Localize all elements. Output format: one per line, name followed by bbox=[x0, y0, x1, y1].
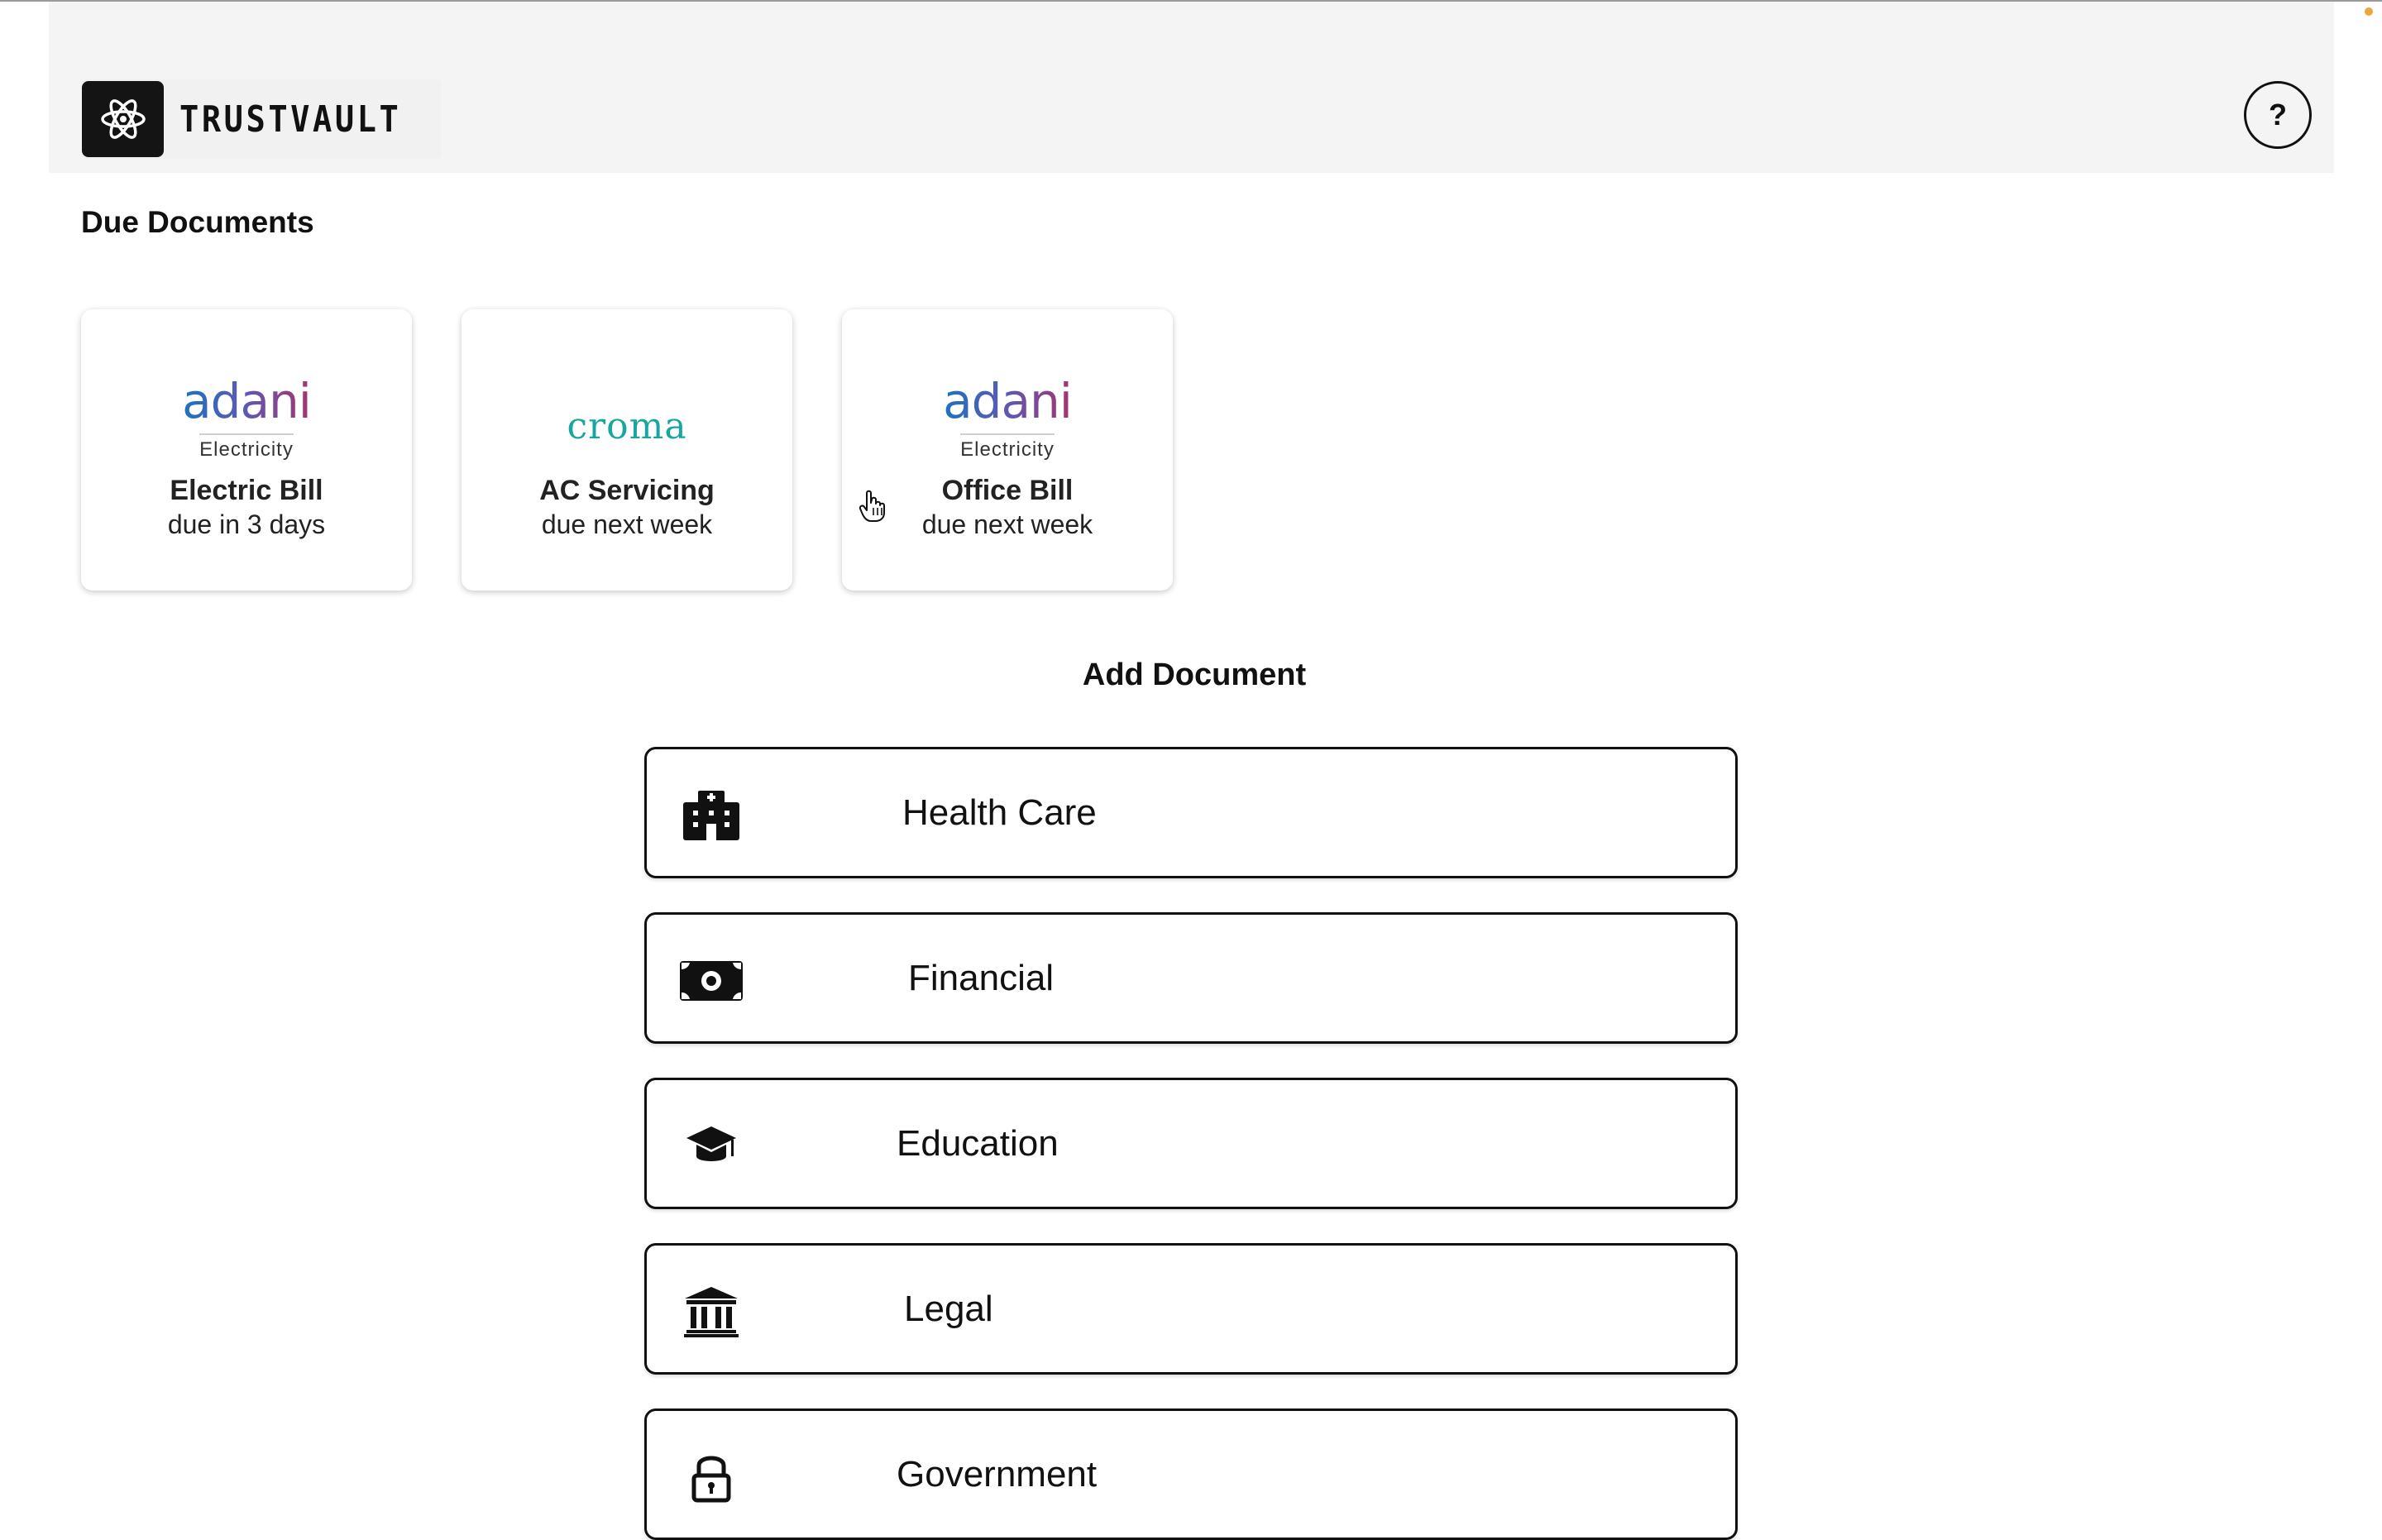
atom-logo-icon bbox=[82, 81, 164, 157]
category-education-button[interactable]: Education bbox=[644, 1078, 1738, 1209]
category-label: Health Care bbox=[902, 792, 1097, 833]
logo-word: adani bbox=[182, 373, 312, 429]
pointer-hand-cursor-icon bbox=[859, 490, 885, 522]
due-card-office-bill[interactable]: adani Electricity Office Bill due next w… bbox=[842, 309, 1173, 591]
logo-subtext: Electricity bbox=[960, 433, 1055, 462]
hospital-icon bbox=[678, 782, 744, 849]
app-header: TRUSTVAULT ? bbox=[49, 2, 2334, 173]
category-health-care-button[interactable]: Health Care bbox=[644, 747, 1738, 878]
help-button[interactable]: ? bbox=[2244, 81, 2312, 149]
card-title: Office Bill bbox=[941, 475, 1074, 506]
category-label: Financial bbox=[908, 957, 1055, 998]
card-due-text: due next week bbox=[921, 509, 1093, 539]
due-card-electric-bill[interactable]: adani Electricity Electric Bill due in 3… bbox=[81, 309, 412, 591]
logo-word: adani bbox=[943, 373, 1073, 429]
logo-subtext: Electricity bbox=[199, 433, 294, 462]
category-legal-button[interactable]: Legal bbox=[644, 1243, 1738, 1375]
money-icon bbox=[678, 948, 744, 1014]
category-label: Legal bbox=[904, 1288, 993, 1329]
category-label: Education bbox=[897, 1122, 1059, 1164]
adani-electricity-logo: adani Electricity bbox=[81, 374, 412, 465]
courthouse-icon bbox=[678, 1279, 744, 1345]
lock-icon bbox=[678, 1444, 744, 1510]
logo-word: croma bbox=[567, 404, 687, 447]
brand-logo[interactable]: TRUSTVAULT bbox=[82, 79, 442, 159]
croma-logo: croma bbox=[462, 374, 792, 465]
due-documents-title: Due Documents bbox=[81, 205, 314, 239]
category-financial-button[interactable]: Financial bbox=[644, 912, 1738, 1044]
brand-name: TRUSTVAULT bbox=[179, 98, 402, 141]
card-title: AC Servicing bbox=[539, 475, 715, 506]
due-card-ac-servicing[interactable]: croma AC Servicing due next week bbox=[462, 309, 792, 591]
category-government-button[interactable]: Government bbox=[644, 1408, 1738, 1540]
add-document-title: Add Document bbox=[1082, 658, 1307, 692]
card-title: Electric Bill bbox=[170, 475, 323, 506]
status-dot bbox=[2365, 7, 2373, 16]
adani-electricity-logo: adani Electricity bbox=[842, 374, 1173, 465]
card-due-text: due in 3 days bbox=[167, 509, 326, 539]
card-due-text: due next week bbox=[541, 509, 713, 539]
graduation-cap-icon bbox=[678, 1113, 744, 1179]
category-label: Government bbox=[897, 1453, 1098, 1495]
